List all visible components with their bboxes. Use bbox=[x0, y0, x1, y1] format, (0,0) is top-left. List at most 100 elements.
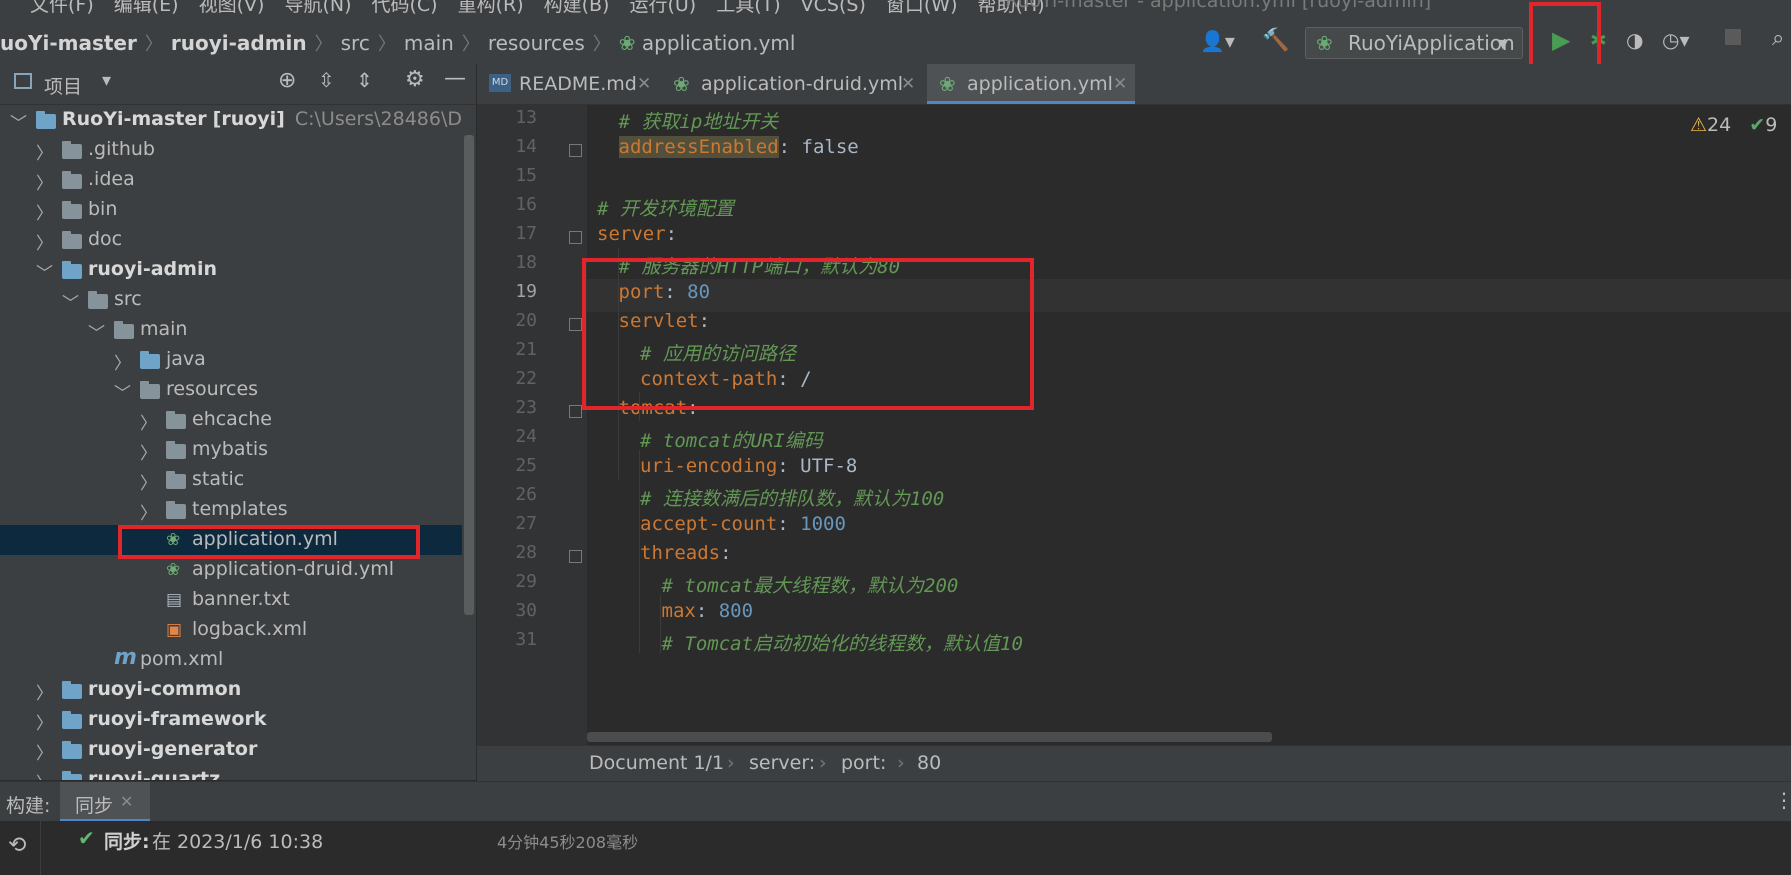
code-line[interactable]: # tomcat最大线程数，默认为200 bbox=[662, 571, 959, 598]
chevron-down-icon[interactable]: ▾ bbox=[102, 70, 111, 91]
code-line[interactable]: threads: bbox=[640, 542, 732, 564]
tree-item[interactable]: 〉 ruoyi-common bbox=[0, 675, 462, 705]
tree-item[interactable]: 〉 java bbox=[0, 345, 462, 375]
tree-item[interactable]: ﹀ ruoyi-admin bbox=[0, 255, 462, 285]
menu-item[interactable]: 导航(N) bbox=[284, 0, 351, 16]
code-line[interactable]: server: bbox=[597, 223, 677, 245]
chevron-right-icon[interactable]: 〉 bbox=[36, 679, 53, 704]
breadcrumb-main[interactable]: main bbox=[404, 31, 454, 55]
menu-item[interactable]: 窗口(W) bbox=[886, 0, 958, 16]
line-number[interactable]: 14 bbox=[477, 136, 537, 157]
code-line[interactable]: # 开发环境配置 bbox=[597, 194, 734, 221]
code-line[interactable]: addressEnabled: false bbox=[618, 136, 859, 158]
chevron-right-icon[interactable]: 〉 bbox=[140, 469, 157, 494]
line-number[interactable]: 15 bbox=[477, 165, 537, 186]
chevron-down-icon[interactable]: ﹀ bbox=[114, 379, 131, 404]
chevron-right-icon[interactable]: 〉 bbox=[36, 769, 53, 780]
breadcrumb-file[interactable]: application.yml bbox=[642, 31, 796, 55]
chevron-right-icon[interactable]: 〉 bbox=[140, 409, 157, 434]
line-number[interactable]: 24 bbox=[477, 426, 537, 447]
tab-application-druid[interactable]: ❀ application-druid.yml ✕ bbox=[673, 64, 923, 104]
coverage-icon[interactable]: ◑ bbox=[1626, 28, 1643, 52]
inspection-widget[interactable]: ⚠24 ✔9 bbox=[1690, 114, 1777, 136]
run-configuration-select[interactable]: ❀ RuoYiApplication ▾ bbox=[1305, 27, 1523, 59]
tree-item[interactable]: ▤ banner.txt bbox=[0, 585, 462, 615]
breadcrumb-src[interactable]: src bbox=[341, 31, 370, 55]
tree-item[interactable]: 〉 bin bbox=[0, 195, 462, 225]
tree-item[interactable]: ﹀ resources bbox=[0, 375, 462, 405]
line-number[interactable]: 13 bbox=[477, 107, 537, 128]
search-icon[interactable]: ⌕ bbox=[1772, 26, 1784, 51]
chevron-down-icon[interactable]: ﹀ bbox=[36, 259, 53, 284]
tree-item[interactable]: m pom.xml bbox=[0, 645, 462, 675]
tree-item[interactable]: 〉 templates bbox=[0, 495, 462, 525]
code-line[interactable]: uri-encoding: UTF-8 bbox=[640, 455, 857, 477]
chevron-right-icon[interactable]: 〉 bbox=[36, 229, 53, 254]
tree-item[interactable]: ❀ application-druid.yml bbox=[0, 555, 462, 585]
menu-item[interactable]: VCS(S) bbox=[801, 0, 866, 16]
line-number[interactable]: 17 bbox=[477, 223, 537, 244]
close-icon[interactable]: ✕ bbox=[1113, 74, 1127, 94]
tree-item[interactable]: 〉 ehcache bbox=[0, 405, 462, 435]
line-number[interactable]: 20 bbox=[477, 310, 537, 331]
gear-icon[interactable]: ⚙ bbox=[405, 67, 425, 92]
project-panel-title[interactable]: 项目 bbox=[44, 72, 82, 99]
tab-readme[interactable]: MD README.md ✕ bbox=[477, 64, 657, 104]
tree-item[interactable]: ▣ logback.xml bbox=[0, 615, 462, 645]
fold-marker-icon[interactable] bbox=[569, 405, 582, 418]
tree-item[interactable]: 〉 mybatis bbox=[0, 435, 462, 465]
line-number[interactable]: 25 bbox=[477, 455, 537, 476]
chevron-down-icon[interactable]: ﹀ bbox=[88, 319, 105, 344]
stop-icon[interactable] bbox=[1725, 29, 1741, 45]
locate-file-icon[interactable]: ⊕ bbox=[278, 68, 296, 93]
chevron-right-icon[interactable]: 〉 bbox=[140, 499, 157, 524]
menu-item[interactable]: 运行(U) bbox=[629, 0, 696, 16]
tab-sync[interactable]: 同步 ✕ bbox=[60, 782, 150, 822]
line-number[interactable]: 16 bbox=[477, 194, 537, 215]
line-number[interactable]: 23 bbox=[477, 397, 537, 418]
chevron-right-icon[interactable]: 〉 bbox=[36, 709, 53, 734]
status-document[interactable]: Document 1/1 bbox=[589, 752, 724, 774]
hide-panel-icon[interactable]: — bbox=[444, 66, 466, 91]
line-number[interactable]: 18 bbox=[477, 252, 537, 273]
sync-title[interactable]: 同步: bbox=[104, 827, 150, 854]
status-server[interactable]: server: bbox=[749, 752, 815, 774]
breadcrumb-root[interactable]: uoYi-master bbox=[0, 31, 137, 55]
chevron-right-icon[interactable]: 〉 bbox=[36, 139, 53, 164]
fold-marker-icon[interactable] bbox=[569, 318, 582, 331]
tree-item[interactable]: 〉 static bbox=[0, 465, 462, 495]
code-line[interactable]: # 获取ip地址开关 bbox=[619, 107, 779, 134]
tree-item[interactable]: 〉 ruoyi-generator bbox=[0, 735, 462, 765]
chevron-down-icon[interactable]: ﹀ bbox=[62, 289, 79, 314]
menu-item[interactable]: 代码(C) bbox=[371, 0, 437, 16]
menu-item[interactable]: 文件(F) bbox=[30, 0, 94, 16]
menu-item[interactable]: 视图(V) bbox=[199, 0, 265, 16]
menu-item[interactable]: 构建(B) bbox=[544, 0, 610, 16]
close-icon[interactable]: ✕ bbox=[901, 74, 915, 94]
project-tree-scrollbar[interactable] bbox=[462, 105, 476, 780]
editor-horizontal-scrollbar[interactable] bbox=[587, 732, 1272, 742]
chevron-right-icon[interactable]: 〉 bbox=[36, 169, 53, 194]
line-number[interactable]: 31 bbox=[477, 629, 537, 650]
chevron-down-icon[interactable]: ﹀ bbox=[10, 109, 27, 134]
fold-marker-icon[interactable] bbox=[569, 144, 582, 157]
code-editor[interactable]: # 获取ip地址开关 addressEnabled: false # 开发环境配置 s… bbox=[587, 105, 1791, 745]
line-number[interactable]: 19 bbox=[477, 281, 537, 302]
menu-item[interactable]: 重构(R) bbox=[458, 0, 524, 16]
tree-item[interactable]: ﹀ src bbox=[0, 285, 462, 315]
tree-item[interactable]: ﹀ RuoYi-master[ruoyi]C:\Users\28486\Deskt… bbox=[0, 105, 462, 135]
close-icon[interactable]: ✕ bbox=[637, 74, 651, 94]
breadcrumb-module[interactable]: ruoyi-admin bbox=[171, 31, 307, 55]
panel-options-icon[interactable]: ⋮ bbox=[1774, 788, 1791, 812]
close-icon[interactable]: ✕ bbox=[120, 792, 133, 811]
code-line[interactable]: max: 800 bbox=[662, 600, 754, 622]
expand-all-icon[interactable]: ⇳ bbox=[318, 68, 335, 92]
line-number[interactable]: 30 bbox=[477, 600, 537, 621]
chevron-right-icon[interactable]: 〉 bbox=[36, 199, 53, 224]
breadcrumb-resources[interactable]: resources bbox=[488, 31, 585, 55]
tree-item[interactable]: 〉 ruoyi-framework bbox=[0, 705, 462, 735]
line-number[interactable]: 27 bbox=[477, 513, 537, 534]
line-number[interactable]: 28 bbox=[477, 542, 537, 563]
chevron-right-icon[interactable]: 〉 bbox=[36, 739, 53, 764]
fold-marker-icon[interactable] bbox=[569, 231, 582, 244]
